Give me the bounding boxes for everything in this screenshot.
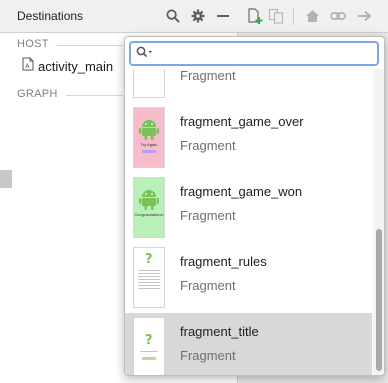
- destination-list: Fragment Try Again fragment_game_over Fr…: [125, 69, 384, 375]
- thumbnail-caption: Congratulations!: [134, 212, 164, 217]
- gear-icon[interactable]: [190, 8, 206, 24]
- destination-type: Fragment: [180, 69, 236, 83]
- destination-name: fragment_game_over: [180, 114, 304, 129]
- android-icon: [139, 190, 159, 210]
- search-icon[interactable]: [165, 8, 181, 24]
- thumbnail-button: [142, 357, 156, 360]
- destination-name: fragment_rules: [180, 254, 267, 269]
- thumbnail-caption: Try Again: [140, 142, 158, 147]
- list-scrollbar[interactable]: [373, 69, 384, 375]
- minus-icon[interactable]: [215, 8, 231, 24]
- link-icon[interactable]: [330, 8, 346, 24]
- editor-toolbar: [238, 0, 388, 33]
- destination-thumbnail: Congratulations!: [133, 177, 165, 238]
- host-item-label: activity_main: [38, 58, 114, 74]
- copy-icon[interactable]: [268, 8, 284, 24]
- svg-text:?: ?: [145, 333, 153, 346]
- graph-divider: [66, 95, 123, 96]
- question-mark-icon: ?: [145, 333, 153, 346]
- destination-thumbnail: ?: [133, 317, 165, 375]
- destination-thumbnail: [133, 69, 165, 98]
- destination-item-fragment-title[interactable]: ? fragment_title Fragment: [125, 313, 372, 375]
- thumbnail-text-lines: [138, 268, 160, 291]
- destination-item[interactable]: Fragment: [125, 69, 372, 103]
- destination-thumbnail: ?: [133, 247, 165, 308]
- destination-name: fragment_title: [180, 324, 259, 339]
- question-mark-icon: ?: [145, 252, 153, 265]
- search-icon: [136, 45, 154, 63]
- destination-type: Fragment: [180, 278, 236, 293]
- panel-edge-marker: [0, 170, 12, 188]
- home-icon[interactable]: [304, 8, 320, 24]
- destination-type: Fragment: [180, 208, 236, 223]
- new-destination-popup: Fragment Try Again fragment_game_over Fr…: [124, 36, 385, 376]
- destination-type: Fragment: [180, 348, 236, 363]
- layout-file-icon: A: [22, 57, 34, 76]
- panel-title: Destinations: [17, 9, 84, 23]
- toolbar-separator: [293, 7, 294, 25]
- destination-thumbnail: Try Again: [133, 107, 165, 168]
- host-item-activity-main[interactable]: A activity_main: [22, 56, 113, 76]
- destination-item-fragment-game-over[interactable]: Try Again fragment_game_over Fragment: [125, 103, 372, 173]
- arrow-right-icon[interactable]: [356, 8, 372, 24]
- destinations-header: Destinations: [0, 0, 238, 33]
- new-destination-icon[interactable]: [247, 8, 263, 24]
- destination-search-field[interactable]: [129, 41, 379, 66]
- scrollbar-thumb[interactable]: [376, 229, 382, 371]
- thumbnail-button: [142, 150, 156, 153]
- android-icon: [139, 120, 159, 140]
- graph-section-label: GRAPH: [17, 88, 58, 100]
- host-section-label: HOST: [17, 38, 49, 50]
- destination-item-fragment-rules[interactable]: ? fragment_rules Fragment: [125, 243, 372, 313]
- thumbnail-text-lines: [140, 349, 158, 354]
- svg-text:?: ?: [145, 252, 153, 265]
- host-divider: [57, 45, 123, 46]
- navigation-editor: Destinations HOST A activity_main GRAPH: [0, 0, 388, 383]
- destination-item-fragment-game-won[interactable]: Congratulations! fragment_game_won Fragm…: [125, 173, 372, 243]
- destination-type: Fragment: [180, 138, 236, 153]
- destination-name: fragment_game_won: [180, 184, 303, 199]
